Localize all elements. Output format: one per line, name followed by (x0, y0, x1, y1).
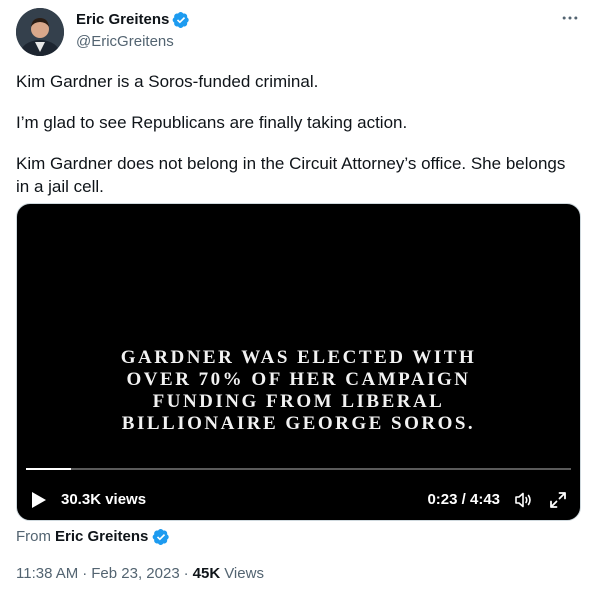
tweet-time[interactable]: 11:38 AM (16, 564, 78, 584)
video-caption-line: GARDNER WAS ELECTED WITH (120, 347, 477, 368)
tweet-text: Kim Gardner is a Soros-funded criminal. … (16, 70, 576, 216)
meta-separator: · (82, 565, 88, 582)
tweet-paragraph: Kim Gardner is a Soros-funded criminal. (16, 72, 319, 91)
fullscreen-icon[interactable] (548, 490, 568, 510)
video-caption-line: FUNDING FROM LIBERAL (152, 391, 445, 412)
video-caption: GARDNER WAS ELECTED WITH OVER 70% OF HER… (17, 347, 580, 435)
video-source-attribution: From Eric Greitens (16, 527, 170, 547)
author-block: Eric Greitens @EricGreitens (76, 10, 190, 52)
tweet-paragraph: I’m glad to see Republicans are finally … (16, 113, 408, 132)
tweet-header: Eric Greitens @EricGreitens (16, 6, 582, 56)
video-caption-line: BILLIONAIRE GEORGE SOROS. (121, 413, 476, 434)
video-views-count: 30.3K views (61, 491, 147, 508)
video-caption-line: OVER 70% OF HER CAMPAIGN (126, 369, 471, 390)
verified-badge-icon[interactable] (172, 11, 190, 29)
volume-icon[interactable] (513, 490, 533, 510)
avatar-image (16, 8, 64, 56)
avatar[interactable] (16, 8, 64, 56)
author-display-name[interactable]: Eric Greitens (76, 10, 169, 30)
play-icon[interactable] (31, 491, 47, 509)
meta-separator: · (183, 565, 189, 582)
more-options-icon[interactable] (558, 6, 582, 30)
views-count: 45K (192, 565, 221, 582)
video-progress-fill (26, 468, 71, 470)
views-label: Views (224, 565, 264, 582)
video-controls: 30.3K views 0:23 / 4:43 (17, 487, 580, 513)
author-handle[interactable]: @EricGreitens (76, 32, 190, 52)
video-player[interactable]: GARDNER WAS ELECTED WITH OVER 70% OF HER… (16, 203, 581, 521)
tweet-metadata: 11:38 AM · Feb 23, 2023 · 45K Views (16, 564, 264, 584)
video-timestamp: 0:23 / 4:43 (427, 491, 500, 508)
tweet-paragraph: Kim Gardner does not belong in the Circu… (16, 154, 566, 196)
video-progress-bar[interactable] (26, 468, 571, 470)
verified-badge-icon (152, 528, 170, 546)
tweet-date[interactable]: Feb 23, 2023 (91, 564, 179, 584)
name-row: Eric Greitens (76, 10, 190, 30)
source-author-link[interactable]: Eric Greitens (55, 527, 148, 547)
source-prefix: From (16, 528, 51, 545)
